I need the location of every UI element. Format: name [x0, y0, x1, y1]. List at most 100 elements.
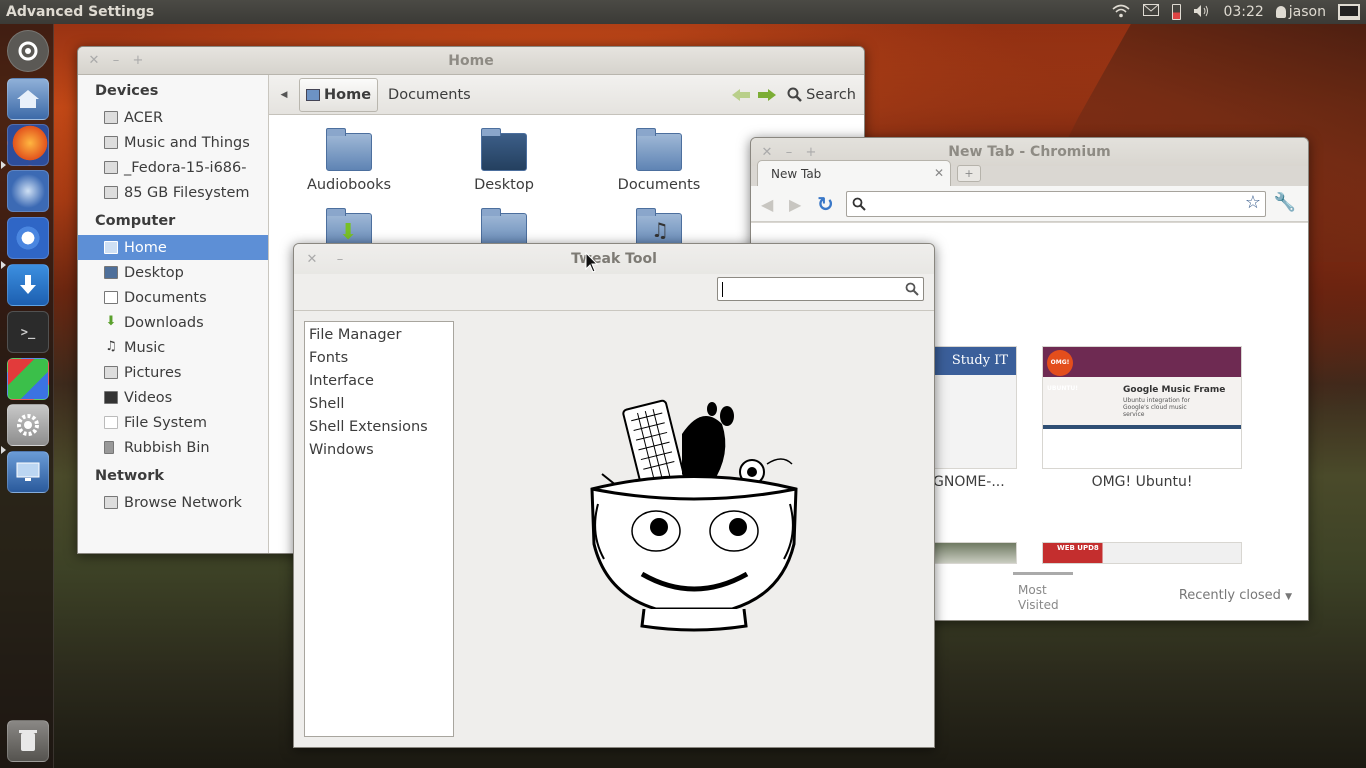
mail-icon[interactable]	[1142, 4, 1160, 20]
breadcrumb-left-arrow-icon[interactable]: ◀	[269, 90, 299, 100]
sidebar-item-desktop[interactable]: Desktop	[78, 260, 268, 285]
category-fonts[interactable]: Fonts	[305, 347, 453, 370]
category-shell[interactable]: Shell	[305, 393, 453, 416]
thumbnail-text: WEB UPD8	[1057, 544, 1099, 552]
omnibox[interactable]: ☆	[846, 191, 1266, 217]
sidebar-item-music[interactable]: ♫ Music	[78, 335, 268, 360]
trash-icon[interactable]	[7, 720, 49, 762]
running-indicator	[1, 446, 6, 454]
breadcrumb-documents[interactable]: Documents	[382, 78, 477, 112]
drive-icon	[104, 186, 118, 199]
forward-icon[interactable]: ▶	[789, 195, 801, 214]
sidebar-heading-devices: Devices	[95, 83, 159, 99]
indicator-area: 03:22 jason	[1112, 4, 1366, 20]
sidebar-item-videos[interactable]: Videos	[78, 385, 268, 410]
minimize-icon[interactable]: –	[782, 145, 796, 160]
star-icon[interactable]: ☆	[1245, 192, 1261, 213]
folder-documents[interactable]: Documents	[599, 128, 719, 193]
maximize-icon[interactable]: +	[131, 53, 145, 68]
sidebar-item-label: Home	[124, 239, 167, 256]
thumbnail-omg-ubuntu[interactable]: OMG! UBUNTU! Google Music Frame Ubuntu i…	[1042, 346, 1242, 469]
sidebar-item-rubbish-bin[interactable]: Rubbish Bin	[78, 435, 268, 460]
back-arrow-icon[interactable]	[731, 88, 751, 102]
minimize-icon[interactable]: –	[109, 53, 123, 68]
sidebar-item-music-and-things[interactable]: Music and Things	[78, 130, 268, 155]
workspace-switcher-icon[interactable]	[7, 451, 49, 493]
software-center-icon[interactable]	[7, 264, 49, 306]
sidebar-item-label: File System	[124, 414, 207, 431]
back-icon[interactable]: ◀	[761, 195, 773, 214]
forward-arrow-icon[interactable]	[757, 88, 777, 102]
terminal-icon[interactable]: >_	[7, 311, 49, 353]
category-interface[interactable]: Interface	[305, 370, 453, 393]
sidebar-item-documents[interactable]: Documents	[78, 285, 268, 310]
category-shell-extensions[interactable]: Shell Extensions	[305, 416, 453, 439]
cube-icon[interactable]	[7, 358, 49, 400]
gear-icon[interactable]	[7, 404, 49, 446]
volume-icon[interactable]	[1193, 4, 1211, 20]
session-icon[interactable]	[1338, 4, 1360, 20]
close-icon[interactable]: ✕	[760, 145, 774, 160]
sidebar-item-downloads[interactable]: ⬇ Downloads	[78, 310, 268, 335]
home-folder-icon[interactable]	[7, 78, 49, 120]
sidebar-item-fedora[interactable]: _Fedora-15-i686-	[78, 155, 268, 180]
sidebar-item-acer[interactable]: ACER	[78, 105, 268, 130]
dash-icon[interactable]	[7, 30, 49, 72]
sidebar-item-label: Pictures	[124, 364, 182, 381]
sidebar-item-pictures[interactable]: Pictures	[78, 360, 268, 385]
chevron-down-icon: ▼	[1285, 592, 1292, 602]
close-icon[interactable]: ✕	[305, 252, 319, 267]
home-icon	[306, 88, 320, 101]
app-menu-title[interactable]: Advanced Settings	[0, 4, 1112, 20]
thumbnail-webupd8[interactable]: WEB UPD8	[1042, 542, 1242, 564]
sidebar-item-label: Documents	[124, 289, 207, 306]
tab-new-tab[interactable]: New Tab ✕	[757, 160, 951, 186]
recently-closed-menu[interactable]: Recently closed ▼	[1179, 588, 1292, 603]
music-icon: ♫	[105, 339, 117, 354]
chromium-icon[interactable]	[7, 217, 49, 259]
close-icon[interactable]: ✕	[87, 53, 101, 68]
search-input[interactable]	[717, 277, 924, 301]
clock[interactable]: 03:22	[1223, 4, 1263, 20]
sidebar-item-label: Music and Things	[124, 134, 250, 151]
nautilus-titlebar[interactable]: ✕ – + Home	[78, 47, 864, 75]
category-windows[interactable]: Windows	[305, 439, 453, 462]
desktop-folder-icon	[481, 128, 527, 171]
new-tab-button[interactable]: +	[957, 165, 981, 182]
pictures-icon	[104, 366, 118, 379]
page-indicator	[1013, 572, 1073, 575]
search-button[interactable]: Search	[787, 87, 864, 103]
most-visited-tab[interactable]: Most Visited	[1018, 583, 1070, 613]
maximize-icon[interactable]: +	[804, 145, 818, 160]
folder-desktop[interactable]: Desktop	[444, 128, 564, 193]
sidebar-item-file-system[interactable]: File System	[78, 410, 268, 435]
user-menu[interactable]: jason	[1275, 4, 1326, 20]
user-name: jason	[1288, 4, 1326, 20]
wifi-icon[interactable]	[1112, 4, 1130, 20]
battery-icon[interactable]	[1172, 4, 1182, 20]
wrench-icon[interactable]: 🔧	[1274, 192, 1296, 213]
sidebar-item-label: Music	[124, 339, 166, 356]
sidebar-item-label: _Fedora-15-i686-	[124, 159, 247, 176]
sidebar-item-home[interactable]: Home	[78, 235, 268, 260]
thumbnail-gnome[interactable]: Study IT	[931, 346, 1017, 469]
category-file-manager[interactable]: File Manager	[305, 324, 453, 347]
sidebar-item-browse-network[interactable]: Browse Network	[78, 490, 268, 515]
search-icon	[905, 282, 919, 296]
firefox-icon[interactable]	[7, 124, 49, 166]
tweak-titlebar[interactable]: ✕ – Tweak Tool	[294, 244, 934, 274]
tab-close-icon[interactable]: ✕	[934, 166, 944, 180]
trash-icon	[104, 441, 114, 454]
sidebar-item-filesystem[interactable]: 85 GB Filesystem	[78, 180, 268, 205]
drive-icon	[104, 136, 118, 149]
breadcrumb-label: Documents	[388, 86, 471, 103]
thumbnail-3[interactable]	[931, 542, 1017, 564]
thunderbird-icon[interactable]	[7, 170, 49, 212]
folder-audiobooks[interactable]: Audiobooks	[289, 128, 409, 193]
desktop-icon	[104, 266, 118, 279]
reload-icon[interactable]: ↻	[817, 192, 834, 216]
breadcrumb-home[interactable]: Home	[299, 77, 379, 112]
minimize-icon[interactable]: –	[333, 252, 347, 267]
sidebar-item-label: 85 GB Filesystem	[124, 184, 250, 201]
window-title: Home	[448, 52, 494, 69]
